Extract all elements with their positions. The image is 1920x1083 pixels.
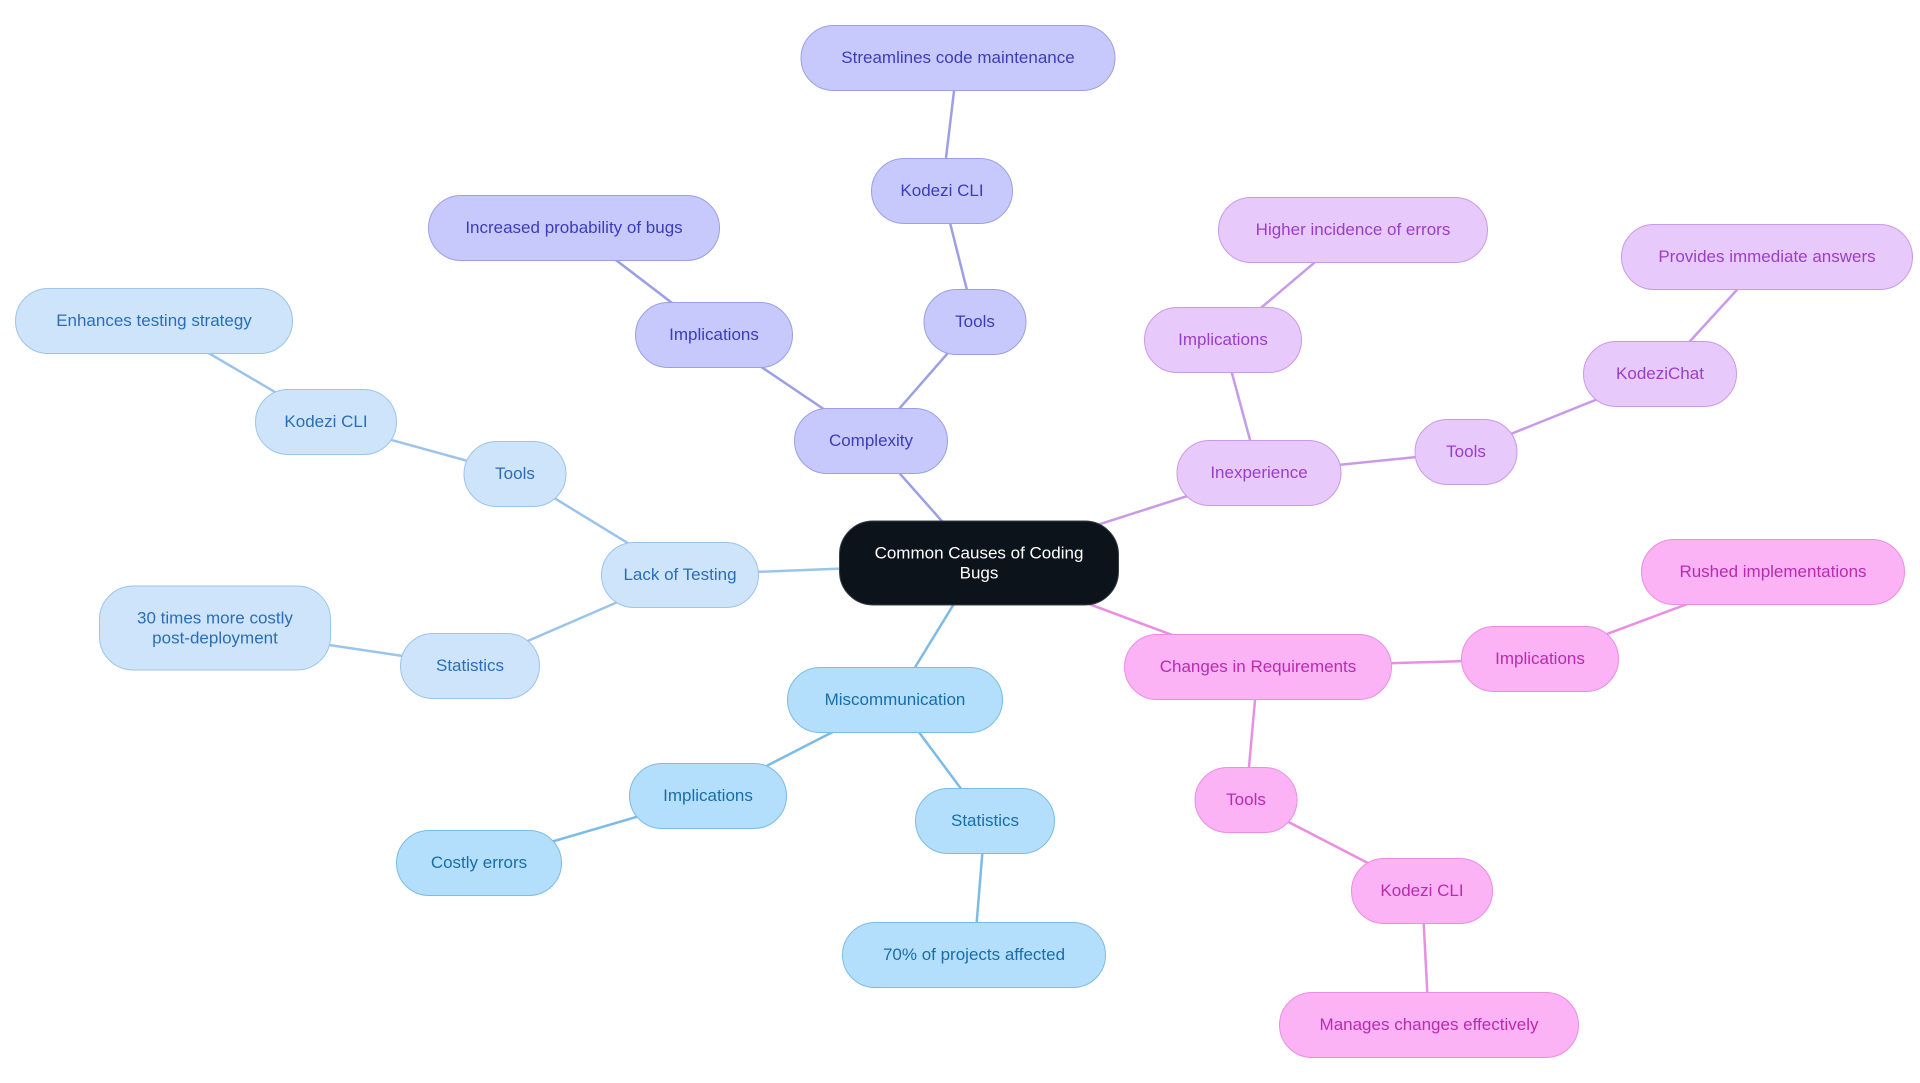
node-i-chat[interactable]: KodeziChat — [1583, 341, 1737, 407]
node-label: Tools — [1446, 442, 1486, 461]
node-label: Implications — [663, 786, 753, 805]
node-i-tools[interactable]: Tools — [1414, 419, 1518, 485]
node-testing[interactable]: Lack of Testing — [601, 542, 759, 608]
node-t-cli-1[interactable]: Enhances testing strategy — [15, 288, 293, 354]
node-cx-impl[interactable]: Implications — [635, 302, 793, 368]
node-label: Enhances testing strategy — [56, 311, 252, 330]
node-label: Implications — [1178, 330, 1268, 349]
node-label: Streamlines code maintenance — [841, 48, 1075, 67]
node-label: Tools — [955, 312, 995, 331]
node-t-cli[interactable]: Kodezi CLI — [255, 389, 397, 455]
node-change[interactable]: Changes in Requirements — [1124, 634, 1392, 700]
node-m-stats[interactable]: Statistics — [915, 788, 1055, 854]
node-t-tools[interactable]: Tools — [463, 441, 567, 507]
node-cx-cli-1[interactable]: Streamlines code maintenance — [800, 25, 1116, 91]
node-c-cli-1[interactable]: Manages changes effectively — [1279, 992, 1579, 1058]
node-t-stats[interactable]: Statistics — [400, 633, 540, 699]
node-inex[interactable]: Inexperience — [1176, 440, 1342, 506]
node-label: Increased probability of bugs — [465, 218, 683, 237]
node-i-impl[interactable]: Implications — [1144, 307, 1302, 373]
node-cx-impl-1[interactable]: Increased probability of bugs — [428, 195, 720, 261]
node-label: Implications — [1495, 649, 1585, 668]
node-label: Miscommunication — [824, 690, 966, 709]
node-c-impl-1[interactable]: Rushed implementations — [1641, 539, 1905, 605]
node-label: KodeziChat — [1616, 364, 1704, 383]
node-c-tools[interactable]: Tools — [1194, 767, 1298, 833]
node-label: 70% of projects affected — [882, 945, 1066, 964]
node-label: Manages changes effectively — [1319, 1015, 1539, 1034]
node-c-impl[interactable]: Implications — [1461, 626, 1619, 692]
node-label: Costly errors — [430, 853, 528, 872]
node-label: Statistics — [435, 656, 505, 675]
node-m-impl-1[interactable]: Costly errors — [396, 830, 562, 896]
node-c-cli[interactable]: Kodezi CLI — [1351, 858, 1493, 924]
node-label: Rushed implementations — [1679, 562, 1867, 581]
node-cx-tools[interactable]: Tools — [923, 289, 1027, 355]
node-label: Complexity — [828, 431, 914, 450]
node-misc[interactable]: Miscommunication — [787, 667, 1003, 733]
node-label: Tools — [1226, 790, 1266, 809]
node-i-impl-1[interactable]: Higher incidence of errors — [1218, 197, 1488, 263]
node-i-chat-1[interactable]: Provides immediate answers — [1621, 224, 1913, 290]
node-label: Common Causes of Coding Bugs — [874, 543, 1084, 582]
node-t-stats-1[interactable]: 30 times more costly post-deployment — [99, 585, 331, 671]
node-label: Kodezi CLI — [1380, 881, 1464, 900]
node-label: Higher incidence of errors — [1255, 220, 1451, 239]
node-label: Provides immediate answers — [1658, 247, 1876, 266]
node-label: Kodezi CLI — [284, 412, 368, 431]
root-node[interactable]: Common Causes of Coding Bugs — [839, 520, 1119, 606]
node-label: Kodezi CLI — [900, 181, 984, 200]
node-label: Changes in Requirements — [1159, 657, 1357, 676]
node-label: Inexperience — [1210, 463, 1308, 482]
node-label: Tools — [495, 464, 535, 483]
node-cx-cli[interactable]: Kodezi CLI — [871, 158, 1013, 224]
node-m-impl[interactable]: Implications — [629, 763, 787, 829]
node-label: Implications — [669, 325, 759, 344]
node-label: 30 times more costly post-deployment — [137, 608, 293, 647]
node-m-stats-1[interactable]: 70% of projects affected — [842, 922, 1106, 988]
node-label: Lack of Testing — [623, 565, 737, 584]
node-label: Statistics — [950, 811, 1020, 830]
node-complexity[interactable]: Complexity — [794, 408, 948, 474]
